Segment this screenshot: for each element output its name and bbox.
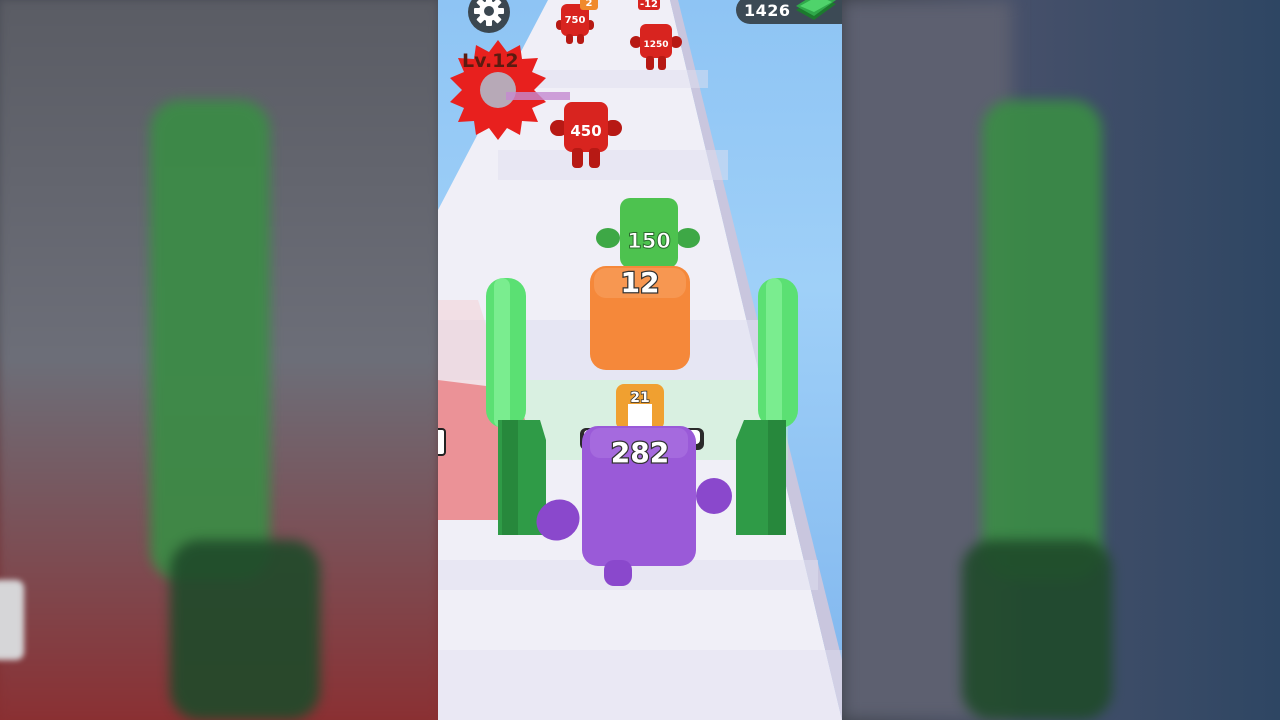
offscreen-block xyxy=(438,428,446,456)
player-character-282: 282 xyxy=(536,426,732,586)
orange-block-12: 12 xyxy=(590,265,690,370)
enemy-2-value: 2 xyxy=(586,0,593,9)
blurred-background-right xyxy=(842,0,1280,720)
gear-icon[interactable] xyxy=(466,0,512,36)
level-label: Lv.12 xyxy=(462,50,519,72)
enemy-1250-value: 1250 xyxy=(643,40,668,50)
enemy-block-2: 2 xyxy=(580,0,598,10)
player-value: 282 xyxy=(611,436,669,469)
money-value: 1426 xyxy=(744,0,791,20)
orange-block-value: 12 xyxy=(621,266,660,299)
stacked-block-value: 21 xyxy=(630,390,649,406)
enemy-450-value: 450 xyxy=(570,122,601,140)
enemy-1250: 1250 xyxy=(630,24,682,70)
cash-stack-icon xyxy=(796,0,836,20)
enemy-750-value: 750 xyxy=(565,15,586,26)
blurred-background-left xyxy=(0,0,438,720)
enemy-450: 450 xyxy=(550,102,622,168)
green-ally-value: 150 xyxy=(627,229,671,253)
enemy-block-minus-12: -12 xyxy=(638,0,660,10)
game-viewport[interactable]: Lv.12 1426 750 2 -12 1250 450 150 12 21 … xyxy=(438,0,842,720)
enemy-minus-12-value: -12 xyxy=(640,0,658,10)
